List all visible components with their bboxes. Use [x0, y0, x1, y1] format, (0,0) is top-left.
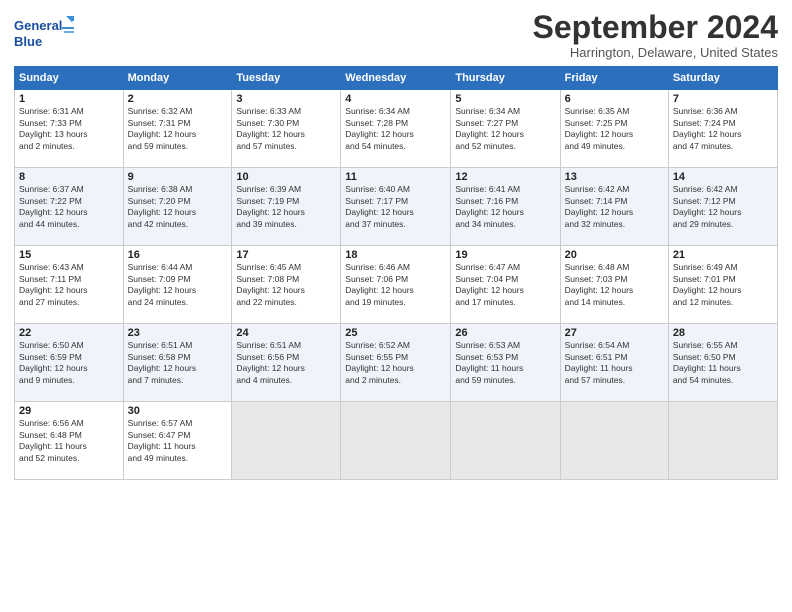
- col-wednesday: Wednesday: [341, 67, 451, 90]
- calendar-cell-1: 1Sunrise: 6:31 AMSunset: 7:33 PMDaylight…: [15, 90, 124, 168]
- calendar-cell-13: 13Sunrise: 6:42 AMSunset: 7:14 PMDayligh…: [560, 168, 668, 246]
- calendar-cell-24: 24Sunrise: 6:51 AMSunset: 6:56 PMDayligh…: [232, 324, 341, 402]
- calendar-cell-4: 4Sunrise: 6:34 AMSunset: 7:28 PMDaylight…: [341, 90, 451, 168]
- calendar-cell-16: 16Sunrise: 6:44 AMSunset: 7:09 PMDayligh…: [123, 246, 232, 324]
- calendar-cell-empty-4-3: [341, 402, 451, 480]
- calendar-cell-8: 8Sunrise: 6:37 AMSunset: 7:22 PMDaylight…: [15, 168, 124, 246]
- calendar-cell-19: 19Sunrise: 6:47 AMSunset: 7:04 PMDayligh…: [451, 246, 560, 324]
- calendar-cell-10: 10Sunrise: 6:39 AMSunset: 7:19 PMDayligh…: [232, 168, 341, 246]
- col-tuesday: Tuesday: [232, 67, 341, 90]
- calendar-table: Sunday Monday Tuesday Wednesday Thursday…: [14, 66, 778, 480]
- calendar-cell-12: 12Sunrise: 6:41 AMSunset: 7:16 PMDayligh…: [451, 168, 560, 246]
- location: Harrington, Delaware, United States: [533, 45, 778, 60]
- calendar-cell-14: 14Sunrise: 6:42 AMSunset: 7:12 PMDayligh…: [668, 168, 777, 246]
- calendar-cell-27: 27Sunrise: 6:54 AMSunset: 6:51 PMDayligh…: [560, 324, 668, 402]
- calendar-cell-17: 17Sunrise: 6:45 AMSunset: 7:08 PMDayligh…: [232, 246, 341, 324]
- svg-text:General: General: [14, 18, 62, 33]
- calendar-cell-25: 25Sunrise: 6:52 AMSunset: 6:55 PMDayligh…: [341, 324, 451, 402]
- calendar-cell-7: 7Sunrise: 6:36 AMSunset: 7:24 PMDaylight…: [668, 90, 777, 168]
- col-monday: Monday: [123, 67, 232, 90]
- title-block: September 2024 Harrington, Delaware, Uni…: [533, 10, 778, 60]
- calendar-cell-28: 28Sunrise: 6:55 AMSunset: 6:50 PMDayligh…: [668, 324, 777, 402]
- calendar-cell-11: 11Sunrise: 6:40 AMSunset: 7:17 PMDayligh…: [341, 168, 451, 246]
- calendar-cell-2: 2Sunrise: 6:32 AMSunset: 7:31 PMDaylight…: [123, 90, 232, 168]
- logo-svg: General Blue: [14, 14, 74, 56]
- page: General Blue September 2024 Harrington, …: [0, 0, 792, 612]
- col-thursday: Thursday: [451, 67, 560, 90]
- calendar-cell-empty-4-2: [232, 402, 341, 480]
- month-title: September 2024: [533, 10, 778, 45]
- header: General Blue September 2024 Harrington, …: [14, 10, 778, 60]
- col-sunday: Sunday: [15, 67, 124, 90]
- calendar-cell-15: 15Sunrise: 6:43 AMSunset: 7:11 PMDayligh…: [15, 246, 124, 324]
- calendar-cell-empty-4-4: [451, 402, 560, 480]
- calendar-cell-23: 23Sunrise: 6:51 AMSunset: 6:58 PMDayligh…: [123, 324, 232, 402]
- calendar-cell-29: 29Sunrise: 6:56 AMSunset: 6:48 PMDayligh…: [15, 402, 124, 480]
- logo: General Blue: [14, 14, 74, 56]
- calendar-cell-9: 9Sunrise: 6:38 AMSunset: 7:20 PMDaylight…: [123, 168, 232, 246]
- calendar-cell-20: 20Sunrise: 6:48 AMSunset: 7:03 PMDayligh…: [560, 246, 668, 324]
- calendar-cell-26: 26Sunrise: 6:53 AMSunset: 6:53 PMDayligh…: [451, 324, 560, 402]
- calendar-cell-30: 30Sunrise: 6:57 AMSunset: 6:47 PMDayligh…: [123, 402, 232, 480]
- calendar-cell-21: 21Sunrise: 6:49 AMSunset: 7:01 PMDayligh…: [668, 246, 777, 324]
- calendar-cell-22: 22Sunrise: 6:50 AMSunset: 6:59 PMDayligh…: [15, 324, 124, 402]
- col-friday: Friday: [560, 67, 668, 90]
- header-row: Sunday Monday Tuesday Wednesday Thursday…: [15, 67, 778, 90]
- calendar-cell-5: 5Sunrise: 6:34 AMSunset: 7:27 PMDaylight…: [451, 90, 560, 168]
- calendar-cell-empty-4-6: [668, 402, 777, 480]
- calendar-cell-empty-4-5: [560, 402, 668, 480]
- col-saturday: Saturday: [668, 67, 777, 90]
- calendar-cell-18: 18Sunrise: 6:46 AMSunset: 7:06 PMDayligh…: [341, 246, 451, 324]
- calendar-cell-3: 3Sunrise: 6:33 AMSunset: 7:30 PMDaylight…: [232, 90, 341, 168]
- calendar-cell-6: 6Sunrise: 6:35 AMSunset: 7:25 PMDaylight…: [560, 90, 668, 168]
- svg-text:Blue: Blue: [14, 34, 42, 49]
